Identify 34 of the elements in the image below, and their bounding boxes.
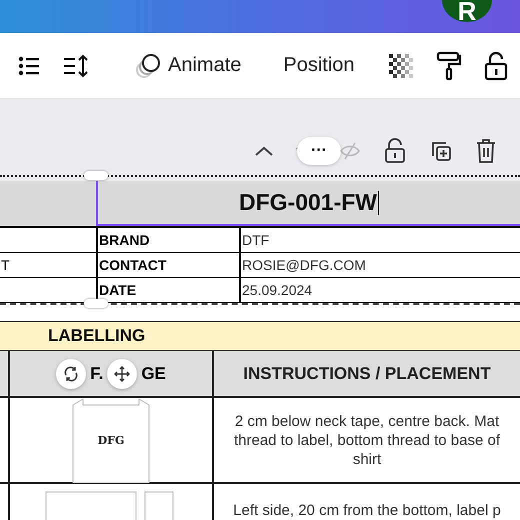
transparency-icon[interactable] [386,52,415,80]
move-button[interactable] [107,358,138,388]
brand-logo-text: DFG [98,434,124,447]
move-icon [114,366,130,382]
table-cell: CONTACT [98,253,241,277]
duplicate-icon[interactable] [429,139,453,163]
resize-handle[interactable] [84,299,108,308]
table-cell-text: ROSIE@DFG.COM [241,256,367,275]
column-header: GE [141,364,166,384]
table-cell: T [0,253,98,277]
rotate-button[interactable] [56,358,86,388]
instruction-text: 2 cm below neck tape, centre back. Mat thread to label, bottom thread to base of shirt [234,412,500,468]
avatar[interactable]: R [442,0,492,22]
unlock-icon[interactable] [482,50,509,80]
section-title: LABELLING [48,326,146,346]
animate-icon [134,52,162,80]
text-caret [378,190,379,214]
chevron-up-icon[interactable] [253,144,275,158]
table-cell-text: 25.09.2024 [241,281,314,300]
paint-roller-icon[interactable] [434,50,463,80]
instruction-text: Left side, 20 cm from the bottom, label p [233,501,501,520]
more-button[interactable]: ··· [297,137,341,165]
unlock-icon[interactable] [383,138,407,164]
rotate-icon [63,366,80,382]
position-button[interactable]: Position [273,48,365,83]
column-header: F. [90,364,104,384]
trash-icon[interactable] [475,138,497,164]
table-cell-text: DTF [241,231,270,250]
style-code-text: DFG-001-FW [239,189,377,216]
spacing-icon[interactable] [62,52,90,78]
table-cell: BRAND [98,228,241,252]
column-header: INSTRUCTIONS / PLACEMENT [242,362,492,384]
resize-handle[interactable] [84,171,108,180]
animate-button[interactable]: Animate [124,46,252,86]
